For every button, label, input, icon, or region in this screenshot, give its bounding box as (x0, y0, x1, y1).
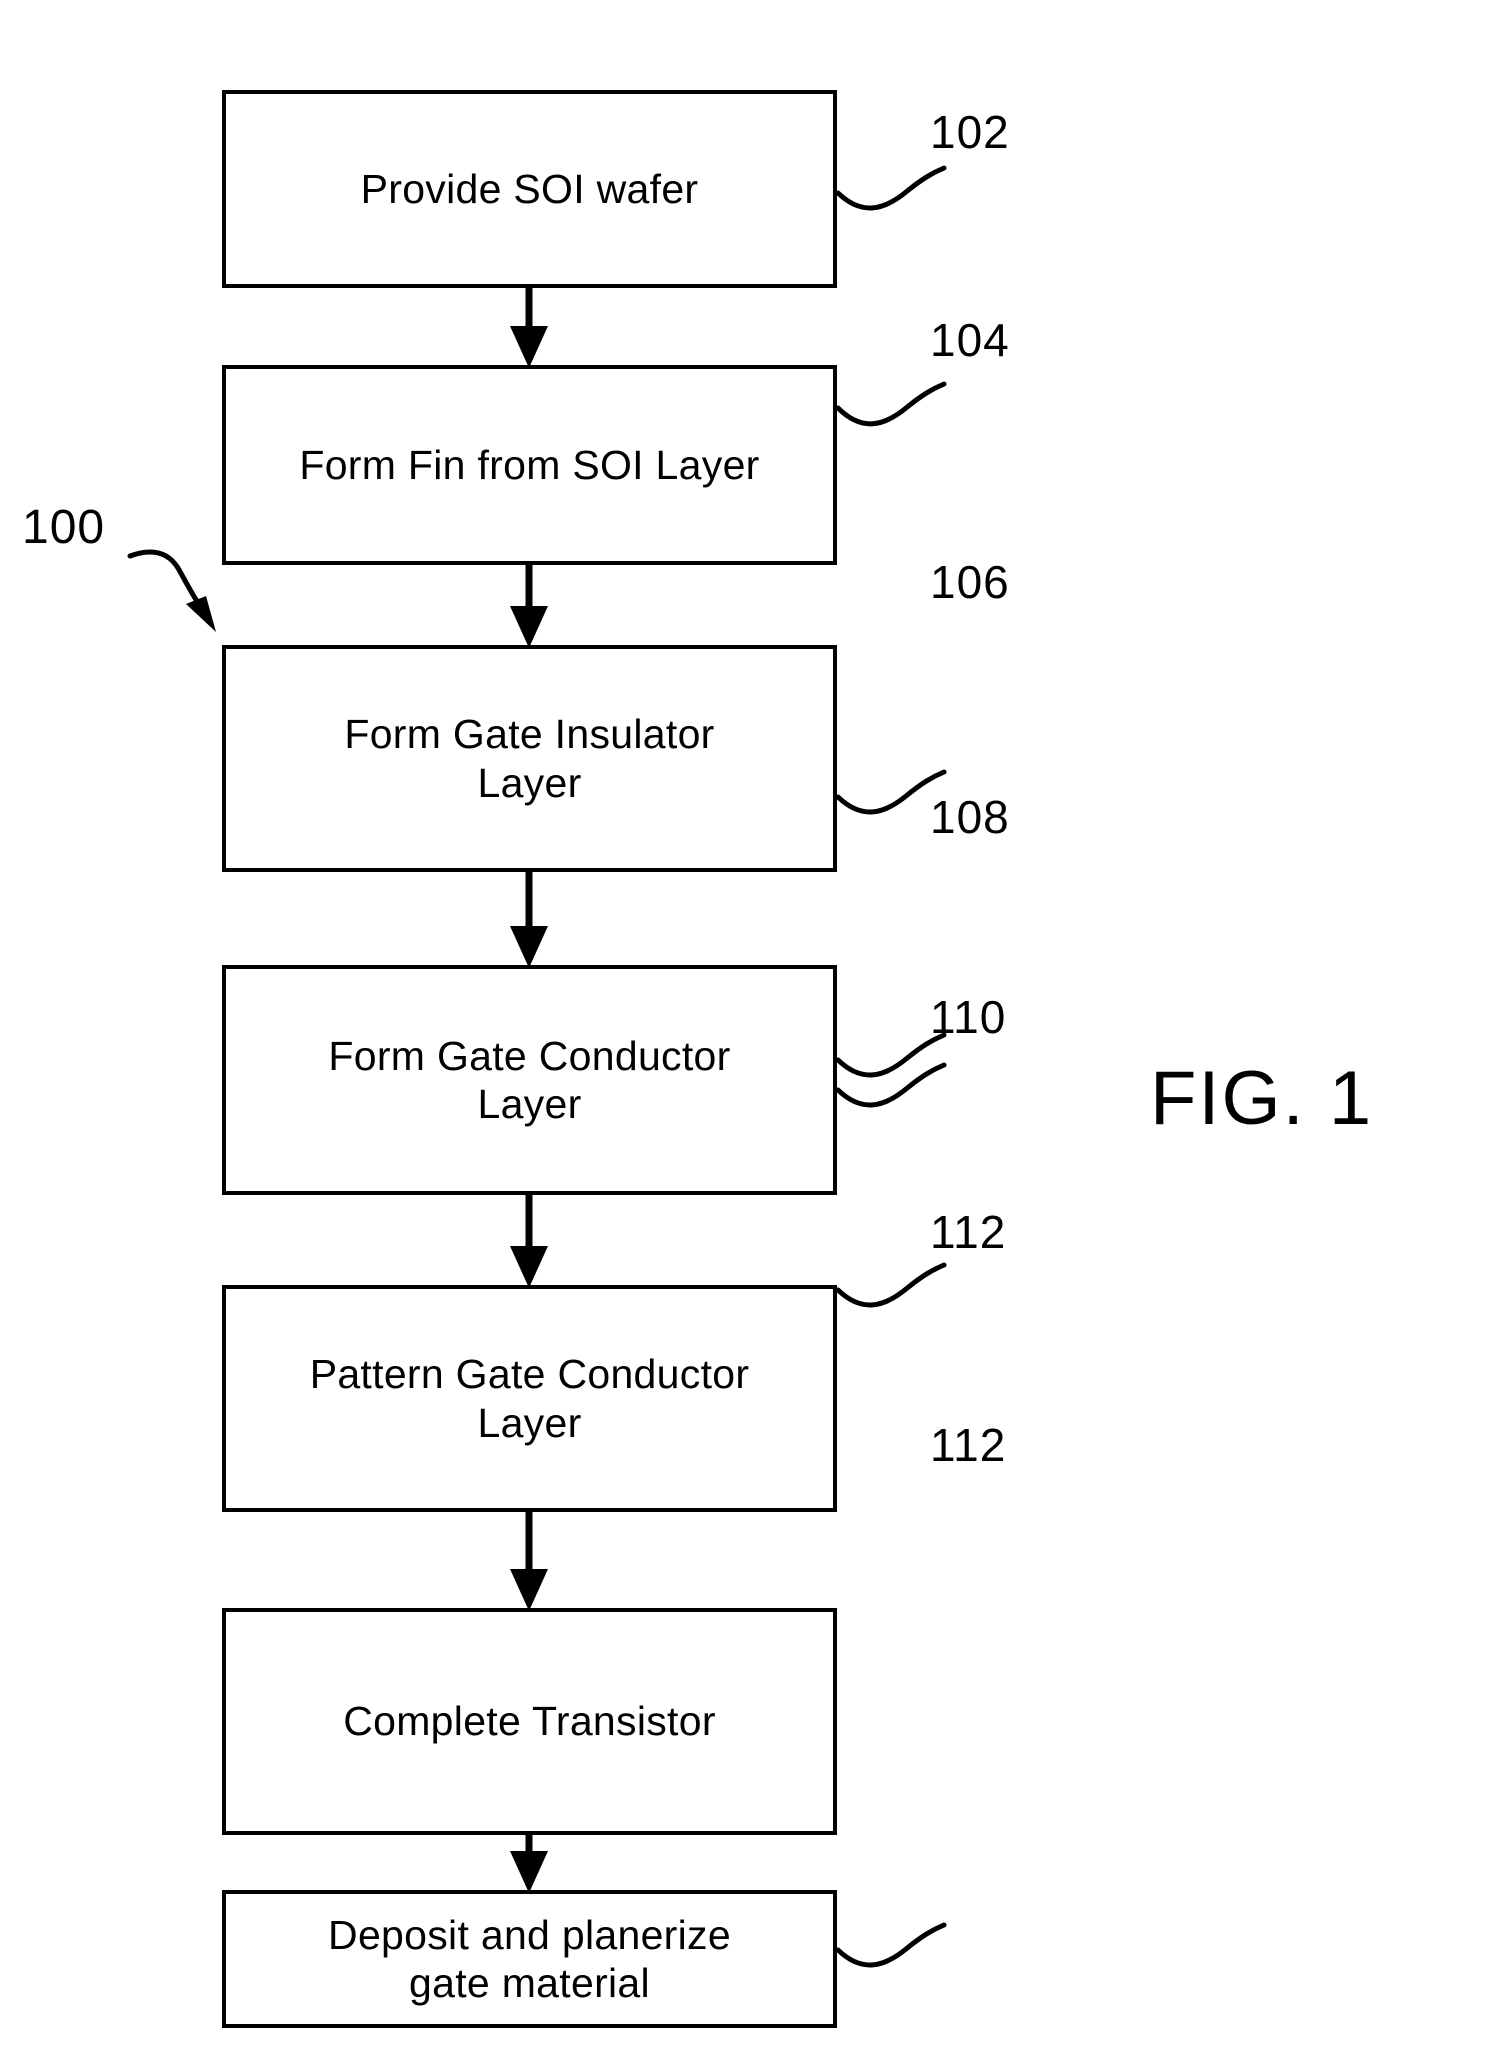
process-box-label: Pattern Gate Conductor Layer (309, 1351, 750, 1446)
leader-102 (835, 165, 947, 211)
process-box-label: Form Gate Conductor Layer (328, 1032, 731, 1127)
reference-numeral-108: 108 (930, 791, 1010, 843)
reference-leader-lines (835, 165, 947, 1968)
reference-numeral-102: 102 (930, 106, 1010, 158)
system-pointer-arrow (127, 549, 216, 632)
system-reference-numeral-100: 100 (22, 501, 106, 554)
process-box-label: Form Gate Insulator Layer (344, 711, 715, 806)
reference-numeral-106: 106 (930, 556, 1010, 608)
connector-108-110 (510, 1195, 548, 1288)
process-box-form-fin[interactable]: Form Fin from SOI Layer (222, 365, 837, 565)
connector-102-104 (510, 288, 548, 368)
reference-numeral-104: 104 (930, 314, 1010, 366)
leader-108 (835, 1062, 947, 1108)
process-box-provide-soi-wafer[interactable]: Provide SOI wafer (222, 90, 837, 288)
connector-106-108 (510, 872, 548, 968)
leader-106 (835, 769, 947, 815)
leader-112b (835, 1922, 947, 1968)
connector-110-112 (510, 1512, 548, 1611)
leader-112 (835, 1262, 947, 1308)
process-box-label: Form Fin from SOI Layer (299, 441, 760, 488)
leader-104 (835, 381, 947, 427)
process-box-pattern-gate-conductor[interactable]: Pattern Gate Conductor Layer (222, 1285, 837, 1512)
patent-figure: Provide SOI wafer Form Fin from SOI Laye… (0, 0, 1488, 2063)
reference-numeral-112: 112 (930, 1206, 1007, 1258)
process-box-form-gate-conductor[interactable]: Form Gate Conductor Layer (222, 965, 837, 1195)
leader-110 (835, 1032, 947, 1078)
process-box-deposit-planerize[interactable]: Deposit and planerize gate material (222, 1890, 837, 2028)
process-box-label: Provide SOI wafer (360, 165, 699, 212)
process-box-label: Deposit and planerize gate material (328, 1911, 731, 2006)
process-box-complete-transistor[interactable]: Complete Transistor (222, 1608, 837, 1835)
reference-numeral-112-duplicate: 112 (930, 1419, 1007, 1471)
reference-numeral-110: 110 (930, 991, 1007, 1043)
figure-caption: FIG. 1 (1150, 1056, 1374, 1141)
process-box-form-gate-insulator[interactable]: Form Gate Insulator Layer (222, 645, 837, 872)
connector-104-106 (510, 565, 548, 648)
connector-112-112b (510, 1835, 548, 1893)
process-box-label: Complete Transistor (343, 1698, 716, 1745)
